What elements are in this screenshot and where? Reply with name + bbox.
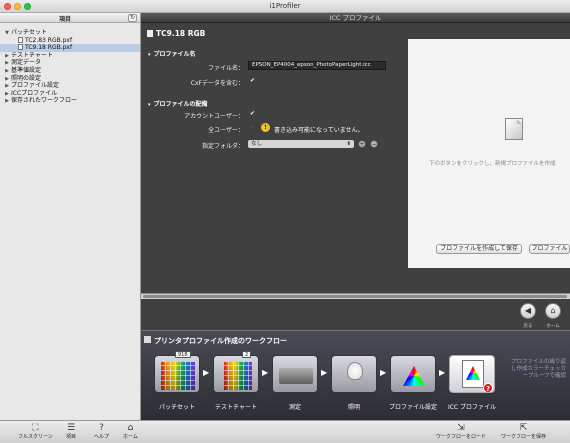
- profile-preview: 下のボタンをクリックし、新規プロファイルを作成 プロファイルを作成して保存 プロ…: [408, 39, 570, 268]
- disclosure-closed-icon[interactable]: ▶: [3, 98, 11, 106]
- load-icon: ⇲: [457, 423, 465, 433]
- workflow-step-illumination[interactable]: 照明: [331, 355, 381, 411]
- patch-count-badge: 918: [175, 351, 191, 358]
- sidebar-title: 項目: [58, 16, 71, 23]
- workflow-step-icc-profile[interactable]: ? ICC プロファイル: [448, 355, 499, 411]
- sidebar-tree: ▼ パッチセット TC2.83 RGB.pxf TC9.18 RGB.pxf ▶ テ…: [0, 23, 140, 105]
- load-workflow-button[interactable]: ⇲ ワークフローをロード: [436, 423, 486, 440]
- help-icon: ?: [99, 423, 104, 433]
- section-deployment[interactable]: プロファイルの配備: [148, 99, 208, 108]
- save-icon: ⇱: [519, 423, 528, 433]
- sidebar-header: 項目 ↻: [0, 13, 140, 23]
- scrollbar-thumb[interactable]: [143, 295, 567, 298]
- home-button[interactable]: ⌂: [545, 303, 561, 319]
- profile-button[interactable]: プロファイル: [529, 244, 570, 254]
- tree-item-profile-settings[interactable]: ▶ プロファイル設定: [0, 82, 140, 90]
- tree-item-tc918[interactable]: TC9.18 RGB.pxf: [0, 44, 140, 52]
- refresh-icon[interactable]: ↻: [128, 14, 137, 22]
- icc-profile-tile[interactable]: ?: [449, 355, 495, 393]
- warning-text: 書き込み可能になっていません。: [274, 127, 364, 134]
- cxf-checkbox[interactable]: ✔: [250, 78, 256, 84]
- repeat-profile-link[interactable]: プロファイルの繰り返し作成カラーチェッカープルーフで確認: [510, 359, 566, 380]
- workflow-step-patch-set[interactable]: パッチセット: [154, 355, 204, 411]
- back-label: 戻る: [523, 324, 533, 329]
- save-workflow-button[interactable]: ⇱ ワークフローを保存: [501, 423, 546, 440]
- illumination-tile[interactable]: [331, 355, 377, 393]
- filename-field[interactable]: EPSON_EP4004_epson_PhotoPaperLight.icc: [248, 61, 386, 70]
- filename-label: ファイル名：: [207, 65, 244, 72]
- account-user-checkbox[interactable]: ✔: [250, 111, 256, 117]
- profile-settings-tile[interactable]: [390, 355, 436, 393]
- test-chart-tile[interactable]: [213, 355, 259, 393]
- add-folder-button[interactable]: +: [358, 140, 366, 148]
- all-users-checkbox[interactable]: –: [250, 125, 256, 131]
- sidebar: 項目 ↻ ▼ パッチセット TC2.83 RGB.pxf TC9.18 RGB.p…: [0, 13, 141, 420]
- color-patches-icon: [161, 362, 195, 390]
- account-user-label: アカウントユーザー：: [184, 113, 244, 120]
- printer-icon: [144, 336, 151, 343]
- create-save-profile-button[interactable]: プロファイルを作成して保存: [436, 244, 522, 254]
- home-icon: ⌂: [127, 423, 134, 433]
- back-arrow-icon: ◀: [524, 306, 532, 315]
- gamut-icon: [403, 366, 425, 386]
- remove-folder-button[interactable]: −: [370, 140, 378, 148]
- bottom-toolbar: ⛶ フルスクリーン ☰ 項目 ? ヘルプ ⌂ ホーム ⇲ ワークフローをロード ⇱ ワークフ…: [0, 420, 570, 443]
- horizontal-scrollbar[interactable]: [141, 293, 570, 299]
- tree-item-saved-workflow[interactable]: ▶ 保存されたワークフロー: [0, 97, 140, 105]
- items-button[interactable]: ☰ 項目: [66, 423, 76, 440]
- file-icon: [18, 36, 23, 43]
- folder-label: 指定フォルダ：: [201, 143, 244, 150]
- measure-tile[interactable]: [272, 355, 318, 393]
- tree-item-reference-settings[interactable]: ▶ 基準値設定: [0, 67, 140, 75]
- back-button[interactable]: ◀: [520, 303, 536, 319]
- tree-item-tc283[interactable]: TC2.83 RGB.pxf: [0, 36, 140, 45]
- arrow-right-icon: ▶: [203, 368, 210, 377]
- workflow-step-test-chart[interactable]: テストチャート: [213, 355, 263, 411]
- arrow-right-icon: ▶: [321, 368, 328, 377]
- tree-item-patch-set[interactable]: ▼ パッチセット: [0, 29, 140, 37]
- main-header: ICC プロファイル: [141, 13, 570, 23]
- workflow-panel: プリンタプロファイル作成のワークフロー パッチセット 918 ▶ テストチャート…: [141, 330, 570, 420]
- arrow-right-icon: ▶: [439, 368, 446, 377]
- folder-select[interactable]: なし ⬍: [248, 140, 354, 148]
- patch-set-tile[interactable]: [154, 355, 200, 393]
- list-icon: ☰: [66, 423, 76, 433]
- chevron-down-icon: ⬍: [346, 141, 351, 147]
- home-icon: ⌂: [550, 306, 556, 315]
- tree-item-measurement-data[interactable]: ▶ 測定データ: [0, 59, 140, 67]
- arrow-right-icon: ▶: [262, 368, 269, 377]
- fullscreen-button[interactable]: ⛶ フルスクリーン: [18, 423, 53, 440]
- arrow-right-icon: ▶: [380, 368, 387, 377]
- workflow-title: プリンタプロファイル作成のワークフロー: [154, 337, 287, 345]
- cxf-label: CxFデータを含む：: [190, 80, 244, 87]
- measurement-device-icon: [279, 368, 313, 384]
- workflow-step-profile-settings[interactable]: プロファイル設定: [389, 355, 440, 411]
- test-chart-icon: [224, 362, 252, 390]
- title-bar: i1Profiler: [0, 0, 570, 13]
- home-label: ホーム: [546, 324, 560, 329]
- document-icon: [147, 30, 153, 37]
- question-mark-icon: ?: [483, 383, 493, 392]
- workflow-step-measure[interactable]: 測定: [272, 355, 322, 411]
- home-toolbar-button[interactable]: ⌂ ホーム: [123, 423, 138, 440]
- window-title: i1Profiler: [269, 2, 301, 10]
- help-button[interactable]: ? ヘルプ: [94, 423, 109, 440]
- file-icon: [18, 44, 23, 51]
- light-bulb-icon: [347, 362, 363, 380]
- chart-count-badge: 2: [242, 351, 252, 358]
- warning-icon: !: [261, 123, 270, 132]
- section-profile-name[interactable]: プロファイル名: [148, 49, 196, 58]
- document-title: TC9.18 RGB: [147, 29, 205, 38]
- preview-hint: 下のボタンをクリックし、新規プロファイルを作成: [429, 161, 556, 167]
- fullscreen-icon: ⛶: [32, 423, 39, 433]
- all-users-label: 全ユーザー：: [208, 127, 244, 134]
- blank-profile-icon: [505, 118, 523, 140]
